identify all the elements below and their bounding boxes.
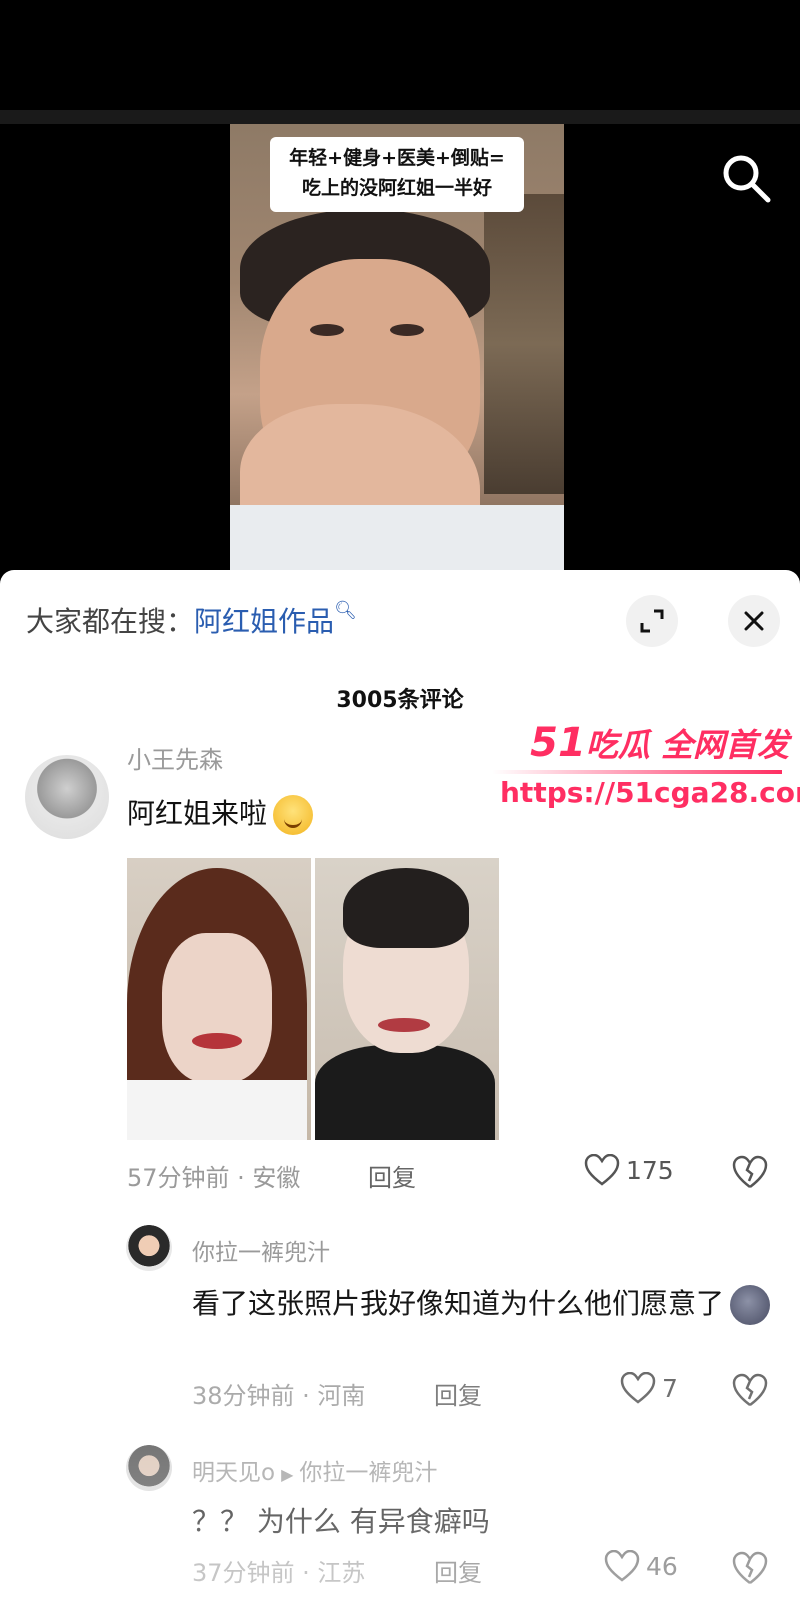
broken-heart-icon xyxy=(732,1373,768,1406)
close-icon xyxy=(744,611,764,631)
watermark-divider xyxy=(492,770,782,774)
reply-button[interactable]: 回复 xyxy=(434,1553,482,1588)
trending-search-prefix: 大家都在搜： xyxy=(26,605,195,638)
like-button[interactable]: 175 xyxy=(584,1154,674,1186)
comment-body: 看了这张照片我好像知道为什么他们愿意了 xyxy=(192,1287,725,1320)
photo-lips xyxy=(192,1033,242,1049)
video-player[interactable]: 年轻+健身+医美+倒贴= 吃上的没阿红姐一半好 xyxy=(0,0,800,575)
search-button[interactable] xyxy=(718,150,774,206)
broken-heart-icon xyxy=(732,1155,768,1188)
video-right-eye xyxy=(390,324,424,336)
dark-face-emoji-icon xyxy=(730,1285,771,1325)
search-icon xyxy=(723,155,771,203)
expand-icon xyxy=(640,609,664,633)
reply-button[interactable]: 回复 xyxy=(368,1158,416,1193)
trending-search-keyword[interactable]: 阿红姐作品 xyxy=(194,605,334,638)
like-count: 175 xyxy=(626,1155,674,1185)
avatar[interactable] xyxy=(126,1445,172,1491)
video-shirt xyxy=(230,505,564,575)
heart-icon xyxy=(584,1154,620,1186)
like-button[interactable]: 7 xyxy=(620,1372,678,1404)
status-strip xyxy=(0,110,800,124)
caption-line-1: 年轻+健身+医美+倒贴= xyxy=(289,147,505,169)
video-caption: 年轻+健身+医美+倒贴= 吃上的没阿红姐一半好 xyxy=(270,137,524,212)
comment-username[interactable]: 你拉一裤兜汁 xyxy=(192,1233,330,1267)
heart-icon xyxy=(604,1550,640,1582)
watermark-brand: 51吃瓜 全网首发 xyxy=(530,720,789,766)
comment-body: 阿红姐来啦 xyxy=(127,797,268,830)
video-left-eye xyxy=(310,324,344,336)
photo-left xyxy=(127,858,311,1140)
heart-icon xyxy=(620,1372,656,1404)
photo-sweater xyxy=(315,1045,495,1140)
reply-target[interactable]: 你拉一裤兜汁 xyxy=(299,1460,437,1486)
watermark: 51吃瓜 全网首发 https://51cga28.com xyxy=(492,720,800,820)
like-count: 46 xyxy=(646,1551,678,1581)
video-background-window xyxy=(484,194,564,494)
photo-hair xyxy=(343,868,469,948)
broken-heart-icon xyxy=(732,1551,768,1584)
comment-text: 看了这张照片我好像知道为什么他们愿意了 xyxy=(192,1280,782,1328)
like-count: 7 xyxy=(662,1373,678,1403)
reply-author[interactable]: 明天见o xyxy=(192,1460,275,1486)
comment-meta: 38分钟前 · 河南 xyxy=(192,1382,366,1410)
like-button[interactable]: 46 xyxy=(604,1550,678,1582)
comment-meta: 37分钟前 · 江苏 xyxy=(192,1559,366,1587)
smile-emoji-icon xyxy=(273,795,314,835)
photo-lips xyxy=(378,1018,430,1032)
caption-line-2: 吃上的没阿红姐一半好 xyxy=(301,177,492,199)
comment-text: ？？ 为什么 有异食癖吗 xyxy=(192,1505,490,1538)
comment-image[interactable] xyxy=(127,858,499,1140)
expand-button[interactable] xyxy=(626,595,678,647)
comment-count: 3005条评论 xyxy=(336,688,464,713)
reply-button[interactable]: 回复 xyxy=(434,1376,482,1411)
dislike-button[interactable] xyxy=(732,1551,768,1587)
close-button[interactable] xyxy=(728,595,780,647)
watermark-text: 吃瓜 全网首发 xyxy=(585,726,789,764)
avatar[interactable] xyxy=(126,1225,172,1271)
dislike-button[interactable] xyxy=(732,1155,768,1191)
avatar[interactable] xyxy=(25,755,109,839)
comment-text: 阿红姐来啦 xyxy=(127,792,314,835)
photo-face xyxy=(162,933,272,1083)
dislike-button[interactable] xyxy=(732,1373,768,1409)
bottom-fade xyxy=(0,1286,800,1616)
comment-meta: 57分钟前 · 安徽 xyxy=(127,1164,301,1192)
watermark-url: https://51cga28.com xyxy=(500,776,800,809)
comment-username[interactable]: 明天见o ▶ 你拉一裤兜汁 xyxy=(192,1453,437,1487)
watermark-number: 51 xyxy=(530,720,586,766)
photo-shirt xyxy=(127,1080,307,1140)
photo-right xyxy=(315,858,499,1140)
trending-search[interactable]: 大家都在搜：阿红姐作品🔍︎ xyxy=(26,600,357,640)
comment-username[interactable]: 小王先森 xyxy=(127,740,223,775)
reply-arrow-icon: ▶ xyxy=(281,1465,294,1484)
small-search-icon: 🔍︎ xyxy=(334,600,357,621)
